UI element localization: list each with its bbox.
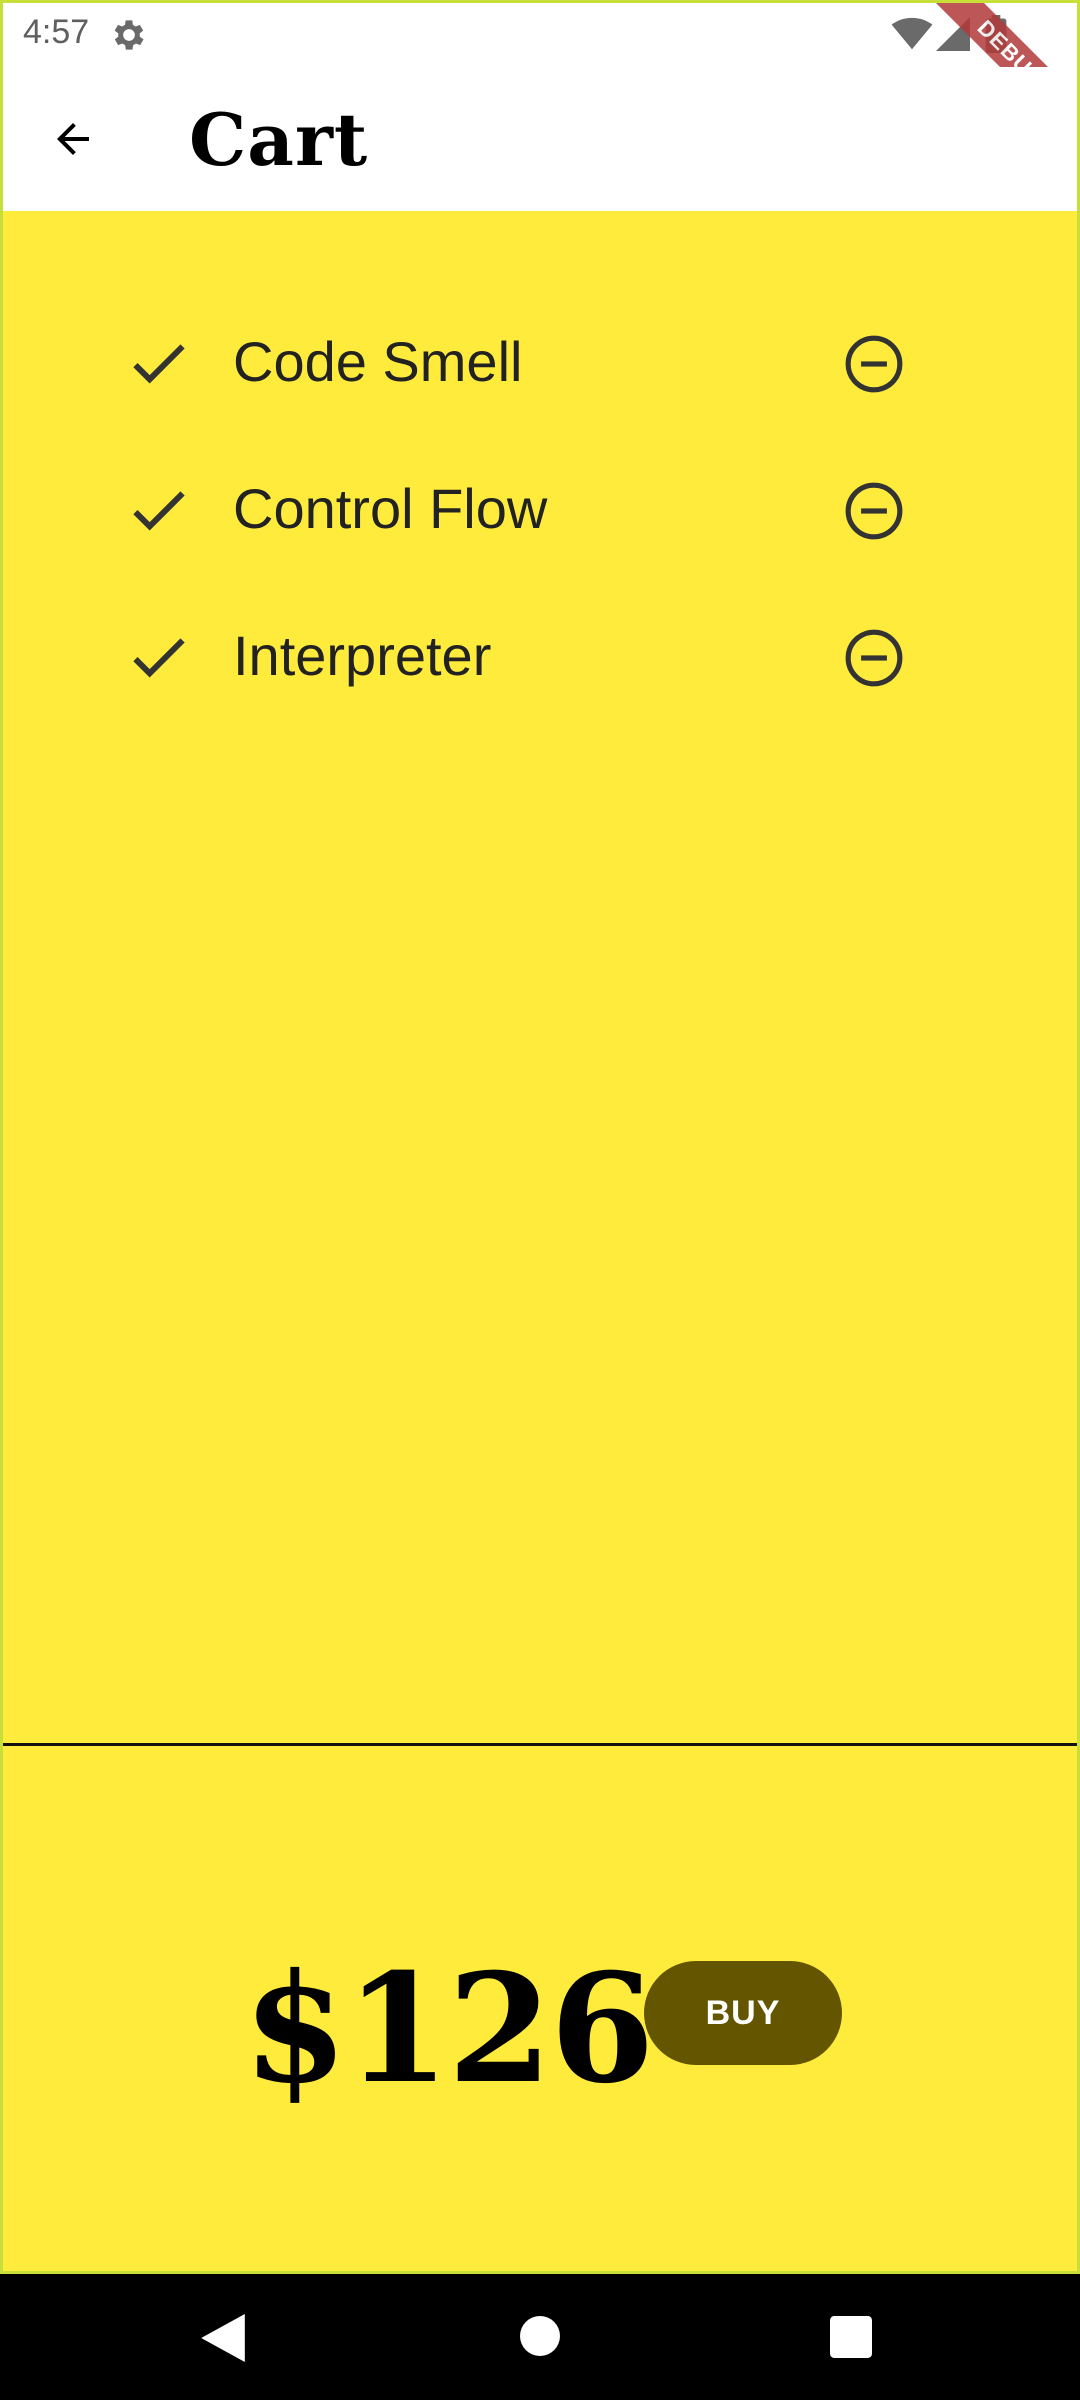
navigation-bar [0, 2274, 1080, 2400]
page-title: Cart [189, 97, 369, 182]
wifi-icon [891, 17, 933, 50]
back-button[interactable] [37, 103, 109, 175]
item-label: Interpreter [233, 624, 492, 687]
list-item: Control Flow [3, 440, 1077, 587]
status-bar: 4:57 DEBUG [3, 3, 1077, 158]
nav-back-icon[interactable] [200, 2314, 246, 2362]
check-icon [133, 491, 185, 531]
buy-button[interactable]: BUY [644, 1961, 842, 2065]
list-item: Code Smell [3, 293, 1077, 440]
gear-icon [114, 20, 144, 50]
remove-circle-icon[interactable] [843, 480, 905, 542]
cart-list: Code Smell Control Flow Interpreter [3, 293, 1077, 734]
arrow-back-icon [57, 123, 89, 155]
cart-total: $126 [243, 1941, 654, 2117]
item-label: Code Smell [233, 330, 523, 393]
app-screen: 4:57 DEBUG Cart Code Smell Control Flow … [0, 0, 1080, 2274]
list-item: Interpreter [3, 587, 1077, 734]
divider [3, 1743, 1077, 1746]
check-icon [133, 638, 185, 678]
status-time: 4:57 [23, 13, 90, 51]
nav-recents-icon[interactable] [830, 2316, 872, 2358]
item-label: Control Flow [233, 477, 548, 540]
remove-circle-icon[interactable] [843, 627, 905, 689]
app-bar: Cart [3, 67, 1077, 211]
remove-circle-icon[interactable] [843, 333, 905, 395]
nav-home-icon[interactable] [520, 2316, 560, 2356]
check-icon [133, 344, 185, 384]
